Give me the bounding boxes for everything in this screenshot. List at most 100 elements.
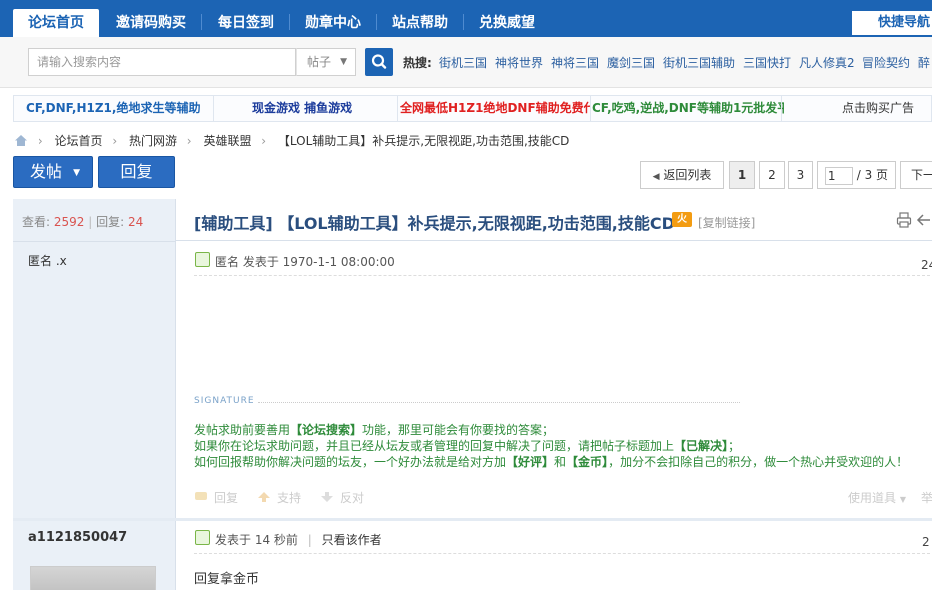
- post-reply-action[interactable]: 回复: [194, 489, 238, 506]
- back-to-list-label: 返回列表: [663, 168, 712, 182]
- replies-count: 24: [128, 215, 144, 229]
- breadcrumb-forum-home[interactable]: 论坛首页: [54, 132, 102, 149]
- use-tools-menu[interactable]: 使用道具 ▼: [848, 489, 906, 506]
- user-online-icon: [195, 530, 210, 545]
- hot-search-link[interactable]: 三国快打: [743, 54, 791, 71]
- hot-search-link[interactable]: 神将三国: [551, 54, 599, 71]
- page-2-button[interactable]: 2: [759, 161, 785, 189]
- quick-nav-button[interactable]: 快捷导航: [852, 11, 932, 35]
- post-meta: 匿名 发表于 1970-1-1 08:00:00: [215, 255, 395, 269]
- hot-search-link[interactable]: 冒险契约: [862, 54, 910, 71]
- ad-link[interactable]: 全网最低H1Z1绝地DNF辅助免费代: [400, 96, 591, 121]
- breadcrumb-lol[interactable]: 英雄联盟: [203, 132, 251, 149]
- page-3-button[interactable]: 3: [788, 161, 813, 189]
- page-1-button[interactable]: 1: [729, 161, 755, 189]
- post-content: 回复拿金币: [194, 572, 260, 587]
- nav-divider: [463, 14, 464, 30]
- hot-search-link[interactable]: 醉: [918, 54, 930, 71]
- reply-button[interactable]: 回复: [98, 156, 175, 188]
- signature-line: 如果你在论坛求助问题，并且已经从坛友或者管理的回复中解决了问题，请把帖子标题加上…: [194, 437, 740, 454]
- hot-search-link[interactable]: 神将世界: [495, 54, 543, 71]
- signature-line: 如何回报帮助你解决问题的坛友，一个好办法就是给对方加【好评】和【金币】，加分不会…: [194, 453, 908, 470]
- search-icon: [371, 54, 387, 69]
- divider: [194, 275, 930, 276]
- hot-badge-icon: 火: [672, 212, 692, 227]
- divider: [194, 553, 930, 554]
- post-time: 发表于 14 秒前: [215, 533, 298, 547]
- stat-divider: |: [88, 215, 93, 229]
- post-support-action[interactable]: 支持: [257, 489, 301, 506]
- breadcrumb-thread[interactable]: 【LOL辅助工具】补兵提示,无限视距,功击范围,技能CD: [278, 132, 569, 149]
- next-page-button[interactable]: 下一: [900, 161, 932, 189]
- hot-search-link[interactable]: 凡人修真2: [799, 54, 855, 71]
- signature-text: 发帖求助前要善用: [194, 423, 291, 437]
- ad-row: CF,DNF,H1Z1,绝地求生等辅助 现金游戏 捕鱼游戏 全网最低H1Z1绝地…: [13, 95, 932, 122]
- post-oppose-action[interactable]: 反对: [320, 489, 364, 506]
- chevron-down-icon: ▼: [899, 495, 906, 504]
- ad-divider: [397, 96, 398, 121]
- hot-search-link[interactable]: 街机三国辅助: [663, 54, 735, 71]
- ad-link[interactable]: CF,吃鸡,逆战,DNF等辅助1元批发平: [592, 96, 784, 121]
- signature-text: ；: [728, 439, 741, 453]
- signature-line: 发帖求助前要善用【论坛搜索】功能，那里可能会有你要找的答案；: [194, 421, 554, 438]
- floor-number: 24: [921, 258, 932, 272]
- chevron-down-icon: ▼: [73, 168, 80, 178]
- top-nav: 论坛首页 邀请码购买 每日签到 勋章中心 站点帮助 兑换威望 快捷导航: [0, 0, 932, 37]
- post-author[interactable]: 匿名 .x: [28, 252, 67, 269]
- use-tools-label: 使用道具: [848, 491, 897, 505]
- ad-divider: [590, 96, 591, 121]
- copy-link[interactable]: [复制链接]: [698, 214, 755, 231]
- avatar[interactable]: [30, 566, 156, 590]
- tab-daily-checkin[interactable]: 每日签到: [204, 9, 288, 37]
- signature-text: 和: [554, 455, 567, 469]
- reply-action-label: 回复: [214, 491, 239, 505]
- divider: [258, 402, 740, 403]
- tab-site-help[interactable]: 站点帮助: [378, 9, 462, 37]
- hot-search-link[interactable]: 魔剑三国: [607, 54, 655, 71]
- return-icon[interactable]: [916, 212, 932, 228]
- page-jump: 1 / 3 页: [817, 161, 896, 189]
- signature-highlight: 【已解决】: [674, 439, 729, 453]
- thumbs-down-icon: [321, 492, 333, 502]
- signature-highlight: 【论坛搜索】: [290, 423, 363, 437]
- hot-search-link[interactable]: 街机三国: [439, 54, 487, 71]
- search-type-select[interactable]: 帖子 ▼: [296, 48, 356, 76]
- breadcrumb-arrow: ›: [37, 134, 43, 148]
- new-post-label: 发帖: [30, 162, 63, 181]
- back-to-list-button[interactable]: ◀ 返回列表: [640, 161, 724, 189]
- tab-forum-home[interactable]: 论坛首页: [13, 9, 99, 37]
- breadcrumb-hot-games[interactable]: 热门网游: [129, 132, 177, 149]
- signature-text: 如何回报帮助你解决问题的坛友，一个好办法就是给对方加: [194, 455, 507, 469]
- search-input[interactable]: 请输入搜索内容: [28, 48, 296, 76]
- home-icon[interactable]: [14, 134, 28, 148]
- tab-medal-center[interactable]: 勋章中心: [291, 9, 375, 37]
- ad-link[interactable]: CF,DNF,H1Z1,绝地求生等辅助: [26, 96, 211, 121]
- ad-divider: [213, 96, 214, 121]
- buy-ad-link[interactable]: 点击购买广告: [842, 96, 932, 121]
- page-total: / 3 页: [856, 168, 889, 182]
- reply-icon: [195, 492, 207, 500]
- new-post-button[interactable]: 发帖 ▼: [13, 156, 93, 188]
- print-icon[interactable]: [896, 212, 912, 228]
- search-button[interactable]: [365, 48, 393, 76]
- report-action[interactable]: 举: [921, 489, 932, 506]
- tab-invite-code[interactable]: 邀请码购买: [104, 9, 198, 37]
- signature-text: 功能，那里可能会有你要找的答案；: [362, 423, 555, 437]
- only-author-link[interactable]: 只看该作者: [322, 533, 382, 547]
- tab-exchange-prestige[interactable]: 兑换威望: [465, 9, 549, 37]
- replies-label: 回复:: [96, 215, 125, 229]
- breadcrumb-arrow: ›: [186, 134, 192, 148]
- signature-text: ，加分不会扣除自己的积分，做一个热心并受欢迎的人！: [608, 455, 909, 469]
- ad-link[interactable]: 现金游戏 捕鱼游戏: [252, 96, 402, 121]
- signature-text: 如果你在论坛求助问题，并且已经从坛友或者管理的回复中解决了问题，请把帖子标题加上: [194, 439, 675, 453]
- support-action-label: 支持: [277, 491, 302, 505]
- search-type-label: 帖子: [307, 55, 332, 69]
- caret-left-icon: ◀: [652, 172, 660, 182]
- post-author[interactable]: a1121850047: [28, 530, 127, 545]
- thumbs-up-icon: [258, 492, 270, 502]
- page-jump-input[interactable]: 1: [824, 166, 853, 185]
- post-separator: [13, 518, 932, 521]
- nav-divider: [201, 14, 202, 30]
- thread-stats: 查看: 2592 | 回复: 24: [22, 213, 143, 230]
- user-online-icon: [195, 252, 210, 267]
